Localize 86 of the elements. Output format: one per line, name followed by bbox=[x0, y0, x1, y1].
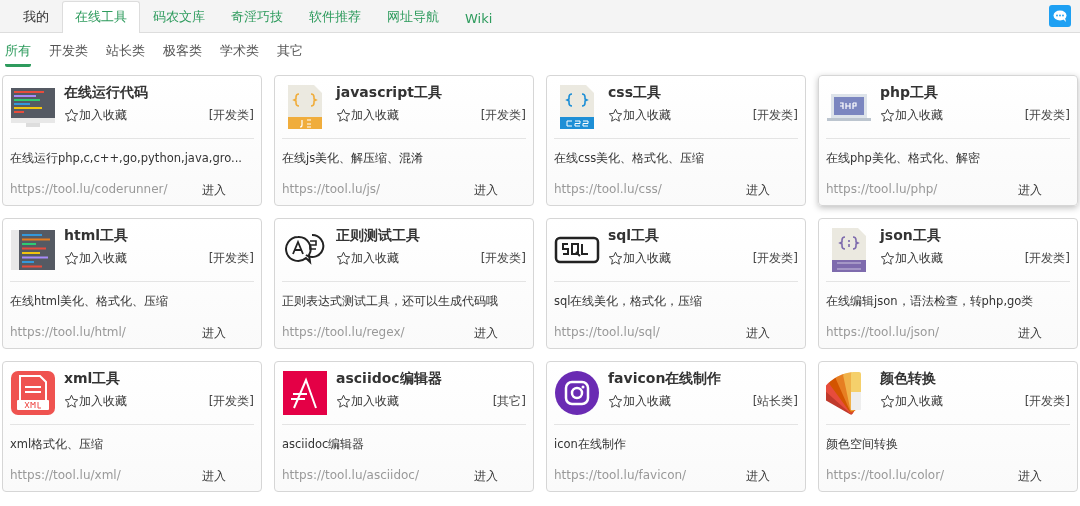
star-icon bbox=[64, 394, 79, 409]
category-label: [开发类] bbox=[208, 250, 254, 267]
star-icon bbox=[608, 251, 623, 266]
tool-description: 在线编辑json，语法检查，转php,go类 bbox=[826, 294, 1035, 309]
tool-title: favicon在线制作 bbox=[608, 370, 723, 388]
star-icon bbox=[336, 108, 351, 123]
filter-tab[interactable]: 其它 bbox=[277, 42, 303, 67]
star-icon bbox=[336, 251, 351, 266]
enter-link[interactable]: 进入 bbox=[1018, 182, 1042, 199]
tool-title: sql工具 bbox=[608, 227, 661, 245]
tool-title: html工具 bbox=[64, 227, 130, 245]
nav-tab[interactable]: 在线工具 bbox=[62, 1, 140, 33]
star-icon bbox=[880, 251, 895, 266]
category-label: [站长类] bbox=[752, 393, 798, 410]
enter-link[interactable]: 进入 bbox=[474, 182, 498, 199]
favorite-link[interactable]: 加入收藏 bbox=[880, 250, 943, 267]
category-label: [其它] bbox=[492, 393, 526, 410]
favorite-link[interactable]: 加入收藏 bbox=[64, 393, 127, 410]
tool-title: 在线运行代码 bbox=[64, 84, 149, 102]
enter-link[interactable]: 进入 bbox=[202, 182, 226, 199]
enter-link[interactable]: 进入 bbox=[1018, 325, 1042, 342]
favorite-link[interactable]: 加入收藏 bbox=[880, 393, 943, 410]
chat-button[interactable] bbox=[1049, 5, 1071, 27]
enter-link[interactable]: 进入 bbox=[746, 182, 770, 199]
favorite-link[interactable]: 加入收藏 bbox=[336, 393, 399, 410]
star-icon bbox=[336, 394, 351, 409]
category-label: [开发类] bbox=[1024, 107, 1070, 124]
filter-tab[interactable]: 极客类 bbox=[163, 42, 202, 67]
favorite-link[interactable]: 加入收藏 bbox=[336, 250, 399, 267]
category-label: [开发类] bbox=[1024, 250, 1070, 267]
tool-title: 正则测试工具 bbox=[336, 227, 421, 245]
enter-link[interactable]: 进入 bbox=[202, 468, 226, 485]
tool-title: json工具 bbox=[880, 227, 942, 245]
enter-link[interactable]: 进入 bbox=[746, 468, 770, 485]
favorite-link[interactable]: 加入收藏 bbox=[336, 107, 399, 124]
filter-tab[interactable]: 学术类 bbox=[220, 42, 259, 67]
favorite-link[interactable]: 加入收藏 bbox=[608, 393, 671, 410]
tool-description: 正则表达式测试工具，还可以生成代码哦 bbox=[282, 294, 499, 309]
tool-title: xml工具 bbox=[64, 370, 122, 388]
tool-description: 在线php美化、格式化、解密 bbox=[826, 151, 981, 166]
filter-tab[interactable]: 所有 bbox=[5, 42, 31, 67]
enter-link[interactable]: 进入 bbox=[474, 325, 498, 342]
camera-logo-icon bbox=[554, 370, 600, 416]
enter-link[interactable]: 进入 bbox=[202, 325, 226, 342]
category-label: [开发类] bbox=[752, 250, 798, 267]
favorite-link[interactable]: 加入收藏 bbox=[64, 107, 127, 124]
tool-title: css工具 bbox=[608, 84, 662, 102]
star-icon bbox=[64, 108, 79, 123]
category-label: [开发类] bbox=[1024, 393, 1070, 410]
tool-description: 在线js美化、解压缩、混淆 bbox=[282, 151, 425, 166]
tool-description: xml格式化、压缩 bbox=[10, 437, 105, 452]
tool-description: 颜色空间转换 bbox=[826, 437, 899, 452]
star-icon bbox=[64, 251, 79, 266]
enter-link[interactable]: 进入 bbox=[474, 468, 498, 485]
category-label: [开发类] bbox=[480, 250, 526, 267]
nav-tab[interactable]: 我的 bbox=[10, 1, 62, 33]
a-letter-logo-icon bbox=[282, 370, 328, 416]
xml-file-icon bbox=[10, 370, 56, 416]
chat-bubble-icon bbox=[1053, 10, 1067, 22]
tool-description: sql在线美化，格式化，压缩 bbox=[554, 294, 704, 309]
tool-description: icon在线制作 bbox=[554, 437, 627, 452]
tool-title: php工具 bbox=[880, 84, 939, 102]
tool-description: 在线html美化、格式化、压缩 bbox=[10, 294, 170, 309]
tool-title: javascript工具 bbox=[336, 84, 443, 102]
star-icon bbox=[608, 108, 623, 123]
code-window-icon bbox=[10, 227, 56, 273]
tool-title: asciidoc编辑器 bbox=[336, 370, 443, 388]
star-icon bbox=[608, 394, 623, 409]
filter-tab[interactable]: 站长类 bbox=[106, 42, 145, 67]
enter-link[interactable]: 进入 bbox=[1018, 468, 1042, 485]
category-label: [开发类] bbox=[208, 393, 254, 410]
tool-description: asciidoc编辑器 bbox=[282, 437, 366, 452]
category-label: [开发类] bbox=[752, 107, 798, 124]
favorite-link[interactable]: 加入收藏 bbox=[608, 107, 671, 124]
star-icon bbox=[880, 108, 895, 123]
enter-link[interactable]: 进入 bbox=[746, 325, 770, 342]
category-label: [开发类] bbox=[208, 107, 254, 124]
favorite-link[interactable]: 加入收藏 bbox=[64, 250, 127, 267]
category-label: [开发类] bbox=[480, 107, 526, 124]
filter-tab[interactable]: 开发类 bbox=[49, 42, 88, 67]
star-icon bbox=[880, 394, 895, 409]
favorite-link[interactable]: 加入收藏 bbox=[880, 107, 943, 124]
tool-description: 在线css美化、格式化、压缩 bbox=[554, 151, 706, 166]
favorite-link[interactable]: 加入收藏 bbox=[608, 250, 671, 267]
tool-title: 颜色转换 bbox=[880, 370, 937, 388]
tool-description: 在线运行php,c,c++,go,python,java,gro... bbox=[10, 151, 243, 166]
